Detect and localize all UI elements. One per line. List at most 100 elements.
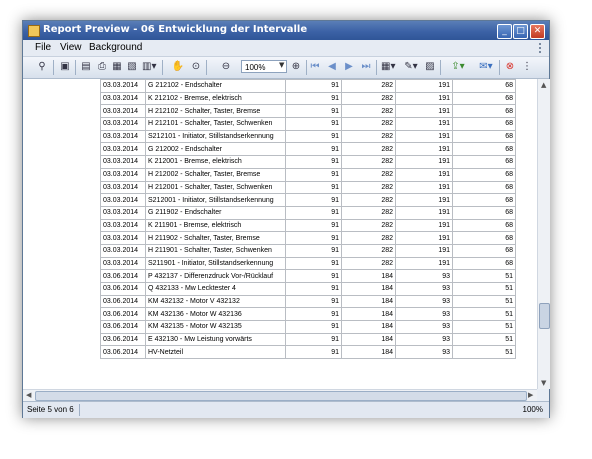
value-cell: 68	[452, 155, 516, 169]
scroll-down-icon[interactable]: ▼	[541, 379, 546, 387]
toolbar-separator	[206, 60, 207, 75]
page-layout-icon[interactable]: ▨	[423, 60, 437, 74]
vertical-scroll-thumb[interactable]	[539, 303, 550, 329]
value-cell: 91	[285, 307, 342, 322]
component-cell: P 432137 - Differenzdruck Vor-/Rücklauf	[145, 269, 286, 283]
value-cell: 68	[452, 180, 516, 195]
component-cell: HV-Netzteil	[145, 345, 286, 360]
value-cell: 68	[452, 205, 516, 220]
value-cell: 68	[452, 256, 516, 271]
close-icon: ✕	[533, 26, 542, 36]
maximize-icon: □	[516, 26, 525, 36]
title-bar[interactable]: Report Preview - 06 Entwicklung der Inte…	[23, 21, 549, 40]
horizontal-scrollbar[interactable]: ◀ ▶	[23, 389, 537, 401]
table-row: 03.06.2014 KM 432135 - Motor W 432135 91 18…	[100, 320, 516, 334]
background-color-icon[interactable]: ✎▾	[404, 60, 418, 74]
value-cell: 68	[452, 142, 516, 157]
watermark-icon[interactable]: ▦▾	[381, 60, 395, 74]
maximize-button[interactable]: □	[513, 24, 528, 39]
zoom-in-icon[interactable]: ⊕	[289, 60, 303, 74]
find-icon[interactable]: ⚲	[35, 60, 49, 74]
date-cell: 03.03.2014	[100, 104, 146, 119]
horizontal-scroll-thumb[interactable]	[35, 391, 527, 401]
value-cell: 91	[285, 243, 342, 258]
component-cell: K 212102 - Bremse, elektrisch	[145, 91, 286, 106]
next-page-icon[interactable]: ▶	[342, 60, 356, 74]
table-row: 03.03.2014 G 211902 - Endschalter 91 282 191…	[100, 205, 516, 220]
toolbar: ⚲ ▣ ▤ ⎙ ▦ ▧ ▥▾ ✋ ⊙ ⊖ 100% ▼ ⊕ ⏮ ◀ ▶ ⏭ ▦▾…	[23, 57, 549, 79]
quick-print-icon[interactable]: ▦	[110, 60, 124, 74]
value-cell: 282	[341, 129, 396, 144]
scroll-right-icon[interactable]: ▶	[528, 391, 533, 399]
vertical-scrollbar[interactable]: ▲ ▼	[537, 79, 550, 389]
value-cell: 191	[395, 205, 453, 220]
chevron-down-icon[interactable]: ▼	[279, 61, 284, 69]
value-cell: 68	[452, 79, 516, 93]
value-cell: 191	[395, 167, 453, 182]
value-cell: 184	[341, 282, 396, 296]
table-row: 03.03.2014 H 212101 - Schalter, Taster, S…	[100, 117, 516, 131]
value-cell: 282	[341, 231, 396, 245]
date-cell: 03.03.2014	[100, 193, 146, 207]
value-cell: 93	[395, 320, 453, 334]
value-cell: 68	[452, 117, 516, 131]
scroll-left-icon[interactable]: ◀	[26, 391, 31, 399]
table-row: 03.03.2014 S212001 - Initiator, Stillstan…	[100, 193, 516, 207]
print-icon[interactable]: ⎙	[95, 60, 109, 74]
value-cell: 191	[395, 142, 453, 157]
toolbar-separator	[440, 60, 441, 75]
value-cell: 91	[285, 129, 342, 144]
menu-grip-icon[interactable]	[539, 43, 546, 53]
component-cell: KM 432136 - Motor W 432136	[145, 307, 286, 322]
value-cell: 282	[341, 180, 396, 195]
last-page-icon[interactable]: ⏭	[359, 60, 373, 74]
menu-background[interactable]: Background	[89, 42, 142, 53]
hand-tool-icon[interactable]: ✋	[171, 60, 185, 74]
report-page[interactable]: 03.03.2014 G 212102 - Endschalter 91 282 191…	[23, 79, 537, 389]
report-rows: 03.03.2014 G 212102 - Endschalter 91 282 191…	[100, 79, 516, 360]
app-icon	[28, 25, 40, 37]
component-cell: H 211901 - Schalter, Taster, Schwenken	[145, 243, 286, 258]
close-preview-icon[interactable]: ⊗	[503, 60, 517, 74]
component-cell: K 212001 - Bremse, elektrisch	[145, 155, 286, 169]
send-email-icon[interactable]: ✉▾	[479, 60, 493, 74]
value-cell: 68	[452, 193, 516, 207]
date-cell: 03.06.2014	[100, 294, 146, 309]
value-cell: 282	[341, 117, 396, 131]
close-button[interactable]: ✕	[530, 24, 545, 39]
report-table: 03.03.2014 G 212102 - Endschalter 91 282 191…	[100, 79, 516, 360]
page-indicator: Seite 5 von 6	[27, 405, 74, 414]
value-cell: 184	[341, 320, 396, 334]
value-cell: 282	[341, 193, 396, 207]
open-icon[interactable]: ▣	[58, 60, 72, 74]
table-row: 03.03.2014 K 212102 - Bremse, elektrisch 9…	[100, 91, 516, 106]
multipage-icon[interactable]: ▥▾	[142, 60, 156, 74]
value-cell: 51	[452, 282, 516, 296]
table-row: 03.03.2014 K 212001 - Bremse, elektrisch 9…	[100, 155, 516, 169]
component-cell: H 212102 - Schalter, Taster, Bremse	[145, 104, 286, 119]
previous-page-icon[interactable]: ◀	[325, 60, 339, 74]
zoom-out-icon[interactable]: ⊖	[219, 60, 233, 74]
value-cell: 282	[341, 91, 396, 106]
toolbar-separator	[75, 60, 76, 75]
table-row: 03.06.2014 HV-Netzteil 91 184 93 51	[100, 345, 516, 360]
first-page-icon[interactable]: ⏮	[308, 60, 322, 74]
scroll-up-icon[interactable]: ▲	[541, 81, 546, 89]
value-cell: 184	[341, 294, 396, 309]
value-cell: 91	[285, 256, 342, 271]
page-setup-icon[interactable]: ▤	[79, 60, 93, 74]
component-cell: S212001 - Initiator, Stillstandserkennun…	[145, 193, 286, 207]
value-cell: 51	[452, 345, 516, 360]
scale-icon[interactable]: ▧	[125, 60, 139, 74]
status-separator	[79, 404, 80, 416]
menu-file[interactable]: File	[35, 42, 51, 53]
toolbar-grip-icon[interactable]: ⋮	[520, 60, 534, 74]
minimize-button[interactable]: _	[497, 24, 512, 39]
value-cell: 68	[452, 91, 516, 106]
menu-view[interactable]: View	[60, 42, 82, 53]
status-bar: Seite 5 von 6 100%	[23, 401, 549, 418]
component-cell: H 212101 - Schalter, Taster, Schwenken	[145, 117, 286, 131]
component-cell: H 212002 - Schalter, Taster, Bremse	[145, 167, 286, 182]
export-icon[interactable]: ⇪▾	[451, 60, 465, 74]
magnifier-icon[interactable]: ⊙	[189, 60, 203, 74]
